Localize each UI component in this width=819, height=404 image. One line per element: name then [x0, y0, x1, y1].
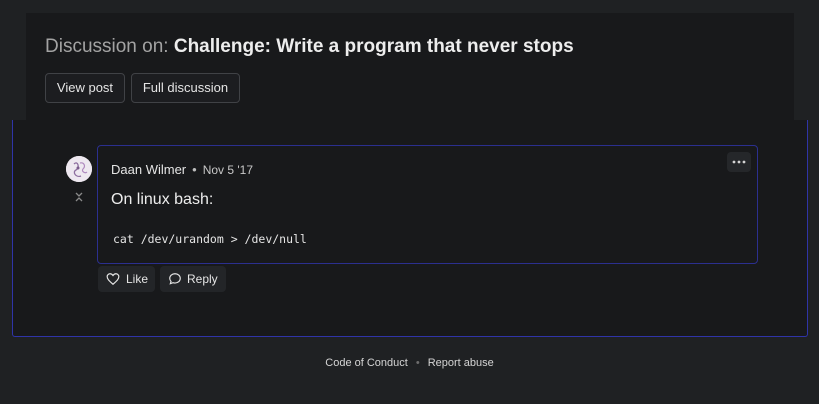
comment-author[interactable]: Daan Wilmer	[111, 162, 186, 177]
discussion-header: Discussion on: Challenge: Write a progra…	[26, 13, 794, 121]
collapse-icon[interactable]	[72, 190, 86, 202]
comment-code: cat /dev/urandom > /dev/null	[113, 232, 307, 246]
code-of-conduct-link[interactable]: Code of Conduct	[325, 357, 408, 369]
heart-icon	[106, 273, 120, 286]
page-title: Discussion on: Challenge: Write a progra…	[45, 36, 574, 58]
footer-separator: •	[415, 357, 420, 369]
reply-button[interactable]: Reply	[160, 266, 226, 292]
avatar-image	[66, 156, 92, 182]
post-title-link[interactable]: Challenge: Write a program that never st…	[174, 36, 574, 57]
comment-date[interactable]: Nov 5 '17	[203, 163, 253, 177]
comment-meta: Daan Wilmer • Nov 5 '17	[111, 162, 253, 178]
view-post-button[interactable]: View post	[45, 73, 125, 103]
comment-body-text: On linux bash:	[111, 191, 214, 208]
like-button[interactable]: Like	[98, 266, 155, 292]
avatar[interactable]	[66, 156, 92, 182]
comment-card: Daan Wilmer • Nov 5 '17 On linux bash: cat…	[97, 145, 758, 264]
reply-label: Reply	[187, 272, 218, 286]
full-discussion-button[interactable]: Full discussion	[131, 73, 240, 103]
more-options-button[interactable]	[727, 152, 751, 172]
speech-bubble-icon	[169, 273, 181, 285]
like-label: Like	[126, 272, 149, 286]
page: Discussion on: Challenge: Write a progra…	[0, 0, 819, 404]
footer: Code of Conduct • Report abuse	[0, 357, 819, 369]
meta-separator: •	[192, 162, 197, 177]
more-horizontal-icon	[732, 160, 746, 164]
title-prefix: Discussion on:	[45, 36, 169, 57]
comments-panel: Daan Wilmer • Nov 5 '17 On linux bash: cat…	[12, 120, 808, 337]
report-abuse-link[interactable]: Report abuse	[428, 357, 494, 369]
